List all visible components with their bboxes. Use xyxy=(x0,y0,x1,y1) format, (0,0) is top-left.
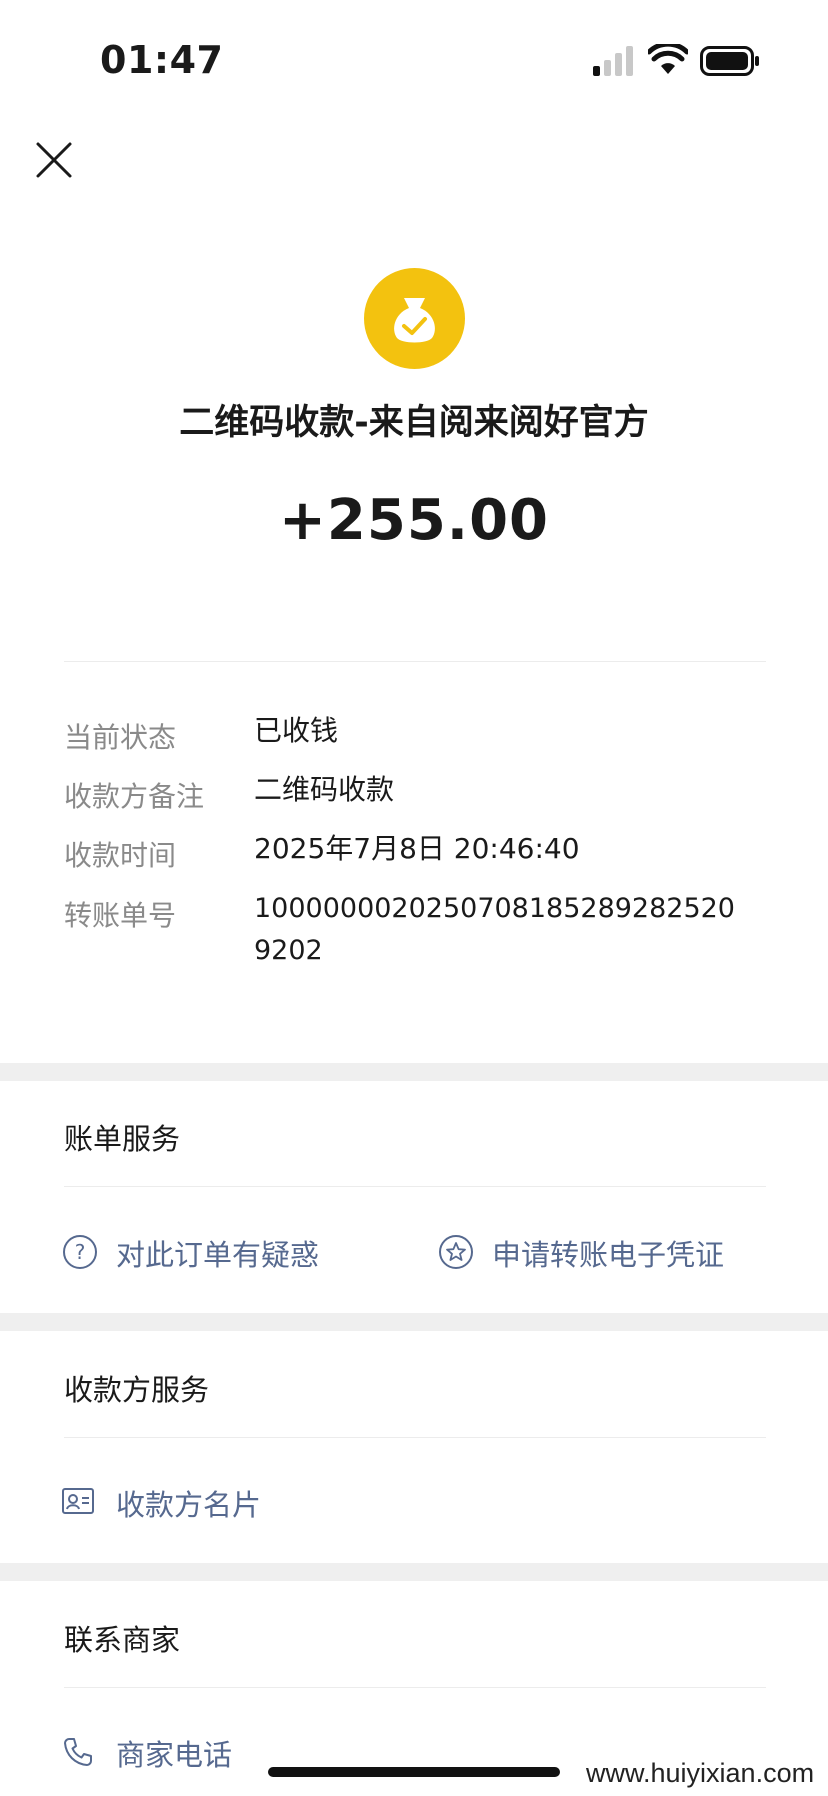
svg-text:?: ? xyxy=(75,1240,86,1264)
wifi-icon xyxy=(648,44,688,74)
question-order-link[interactable]: 对此订单有疑惑 xyxy=(116,1232,319,1274)
apply-voucher-link[interactable]: 申请转账电子凭证 xyxy=(492,1232,724,1274)
transaction-title: 二维码收款-来自阅来阅好官方 xyxy=(179,403,649,443)
divider xyxy=(64,661,766,662)
order-value-line2: 9202 xyxy=(254,935,323,966)
status-value: 已收钱 xyxy=(254,714,339,747)
note-label: 收款方备注 xyxy=(64,780,205,813)
bill-service-title: 账单服务 xyxy=(64,1122,181,1156)
time-value: 2025年7月8日 20:46:40 xyxy=(254,832,580,865)
phone-icon xyxy=(64,1738,92,1766)
merchant-phone-link[interactable]: 商家电话 xyxy=(116,1732,232,1774)
divider xyxy=(64,1186,766,1187)
section-separator xyxy=(0,1313,828,1331)
order-value-line1: 1000000020250708185289282520 xyxy=(254,893,735,924)
payee-service-title: 收款方服务 xyxy=(64,1373,210,1407)
home-indicator[interactable] xyxy=(268,1767,560,1777)
contact-card-icon xyxy=(62,1488,94,1514)
status-time: 01:47 xyxy=(100,38,224,82)
question-icon: ? xyxy=(63,1235,97,1269)
section-separator xyxy=(0,1063,828,1081)
battery-icon xyxy=(700,46,759,76)
section-separator xyxy=(0,1563,828,1581)
order-label: 转账单号 xyxy=(64,899,177,932)
divider xyxy=(64,1437,766,1438)
status-bar: 01:47 xyxy=(0,0,828,120)
watermark: www.huiyixian.com xyxy=(586,1758,815,1788)
note-value: 二维码收款 xyxy=(254,773,395,806)
star-badge-icon xyxy=(439,1235,473,1269)
cellular-signal-icon xyxy=(593,46,633,76)
time-label: 收款时间 xyxy=(64,839,177,872)
money-bag-check-icon xyxy=(364,268,465,369)
close-icon[interactable] xyxy=(32,138,76,182)
transaction-amount: +255.00 xyxy=(278,488,550,553)
status-label: 当前状态 xyxy=(64,721,177,754)
payee-card-link[interactable]: 收款方名片 xyxy=(116,1482,261,1524)
divider xyxy=(64,1687,766,1688)
contact-title: 联系商家 xyxy=(64,1623,181,1657)
